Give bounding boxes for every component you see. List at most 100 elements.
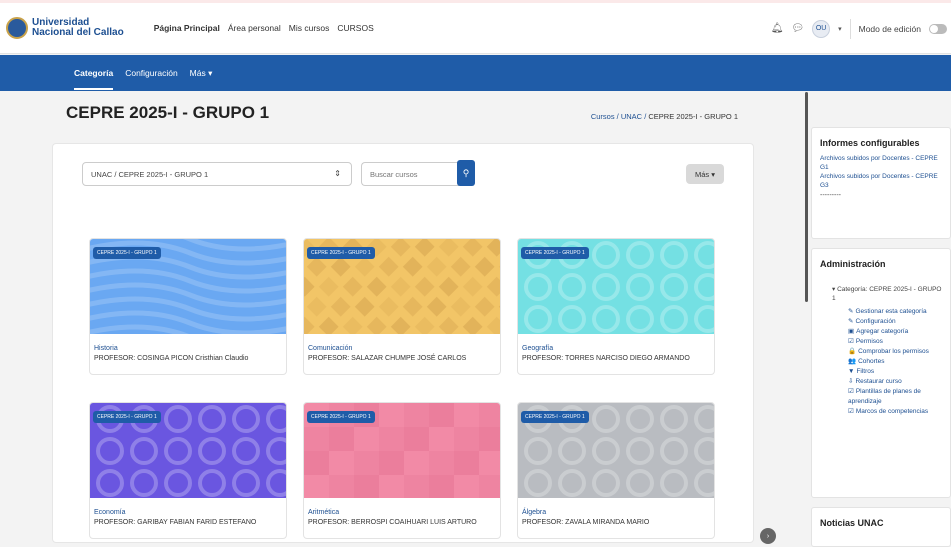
right-drawer: Informes configurables Archivos subidos … <box>811 91 951 547</box>
main-region: CEPRE 2025-I - GRUPO 1 Cursos / UNAC / C… <box>52 91 754 543</box>
category-select[interactable]: UNAC / CEPRE 2025-I - GRUPO 1 ⇕ <box>82 162 352 186</box>
admin-item-icon: ▼ <box>848 368 855 375</box>
admin-item-label: Filtros <box>856 368 875 375</box>
course-card[interactable]: CEPRE 2025-I - GRUPO 1 Economía PROFESOR: … <box>89 402 287 539</box>
search-icon: ⚲ <box>462 167 470 178</box>
course-image[interactable]: CEPRE 2025-I - GRUPO 1 <box>304 239 500 334</box>
admin-item[interactable]: 🔒 Comprobar los permisos <box>812 347 950 357</box>
nav-dashboard[interactable]: Área personal <box>228 23 281 33</box>
admin-item-label: Restaurar curso <box>855 378 902 385</box>
admin-item-icon: 🔒 <box>848 348 857 355</box>
course-image[interactable]: CEPRE 2025-I - GRUPO 1 <box>90 239 286 334</box>
course-title[interactable]: PROFESOR: ZAVALA MIRANDA MARIO <box>522 519 649 526</box>
notifications-bell-icon[interactable]: 🔔︎ <box>771 23 784 34</box>
course-image[interactable]: CEPRE 2025-I - GRUPO 1 <box>304 403 500 498</box>
secondary-nav: Categoría Configuración Más ▾ <box>0 55 951 91</box>
course-card[interactable]: CEPRE 2025-I - GRUPO 1 Geografía PROFESOR:… <box>517 238 715 375</box>
admin-item[interactable]: ▼ Filtros <box>812 367 950 377</box>
course-badge: CEPRE 2025-I - GRUPO 1 <box>521 247 589 259</box>
course-category[interactable]: Geografía <box>522 345 553 352</box>
admin-item[interactable]: ✎ Gestionar esta categoría <box>812 307 950 317</box>
page-scrollbar[interactable] <box>805 92 808 302</box>
course-image[interactable]: CEPRE 2025-I - GRUPO 1 <box>518 239 714 334</box>
nav-my-courses[interactable]: Mis cursos <box>289 23 330 33</box>
course-category[interactable]: Álgebra <box>522 509 546 516</box>
course-title[interactable]: PROFESOR: GARIBAY FABIAN FARID ESTEFANO <box>94 519 256 526</box>
admin-item-icon: ✎ <box>848 318 854 325</box>
admin-item-label: Comprobar los permisos <box>858 348 929 355</box>
course-search-input[interactable] <box>361 162 461 186</box>
admin-item-icon: ☑ <box>848 338 854 345</box>
tab-more[interactable]: Más ▾ <box>190 68 213 79</box>
course-title[interactable]: PROFESOR: TORRES NARCISO DIEGO ARMANDO <box>522 355 690 362</box>
logo-text: Universidad Nacional del Callao <box>32 17 124 38</box>
course-card[interactable]: CEPRE 2025-I - GRUPO 1 Historia PROFESOR: … <box>89 238 287 375</box>
admin-item-icon: ▣ <box>848 328 855 335</box>
admin-item-label: Plantillas de planes de aprendizaje <box>848 388 921 405</box>
admin-list: ✎ Gestionar esta categoría ✎ Configuración ▣… <box>812 305 950 417</box>
admin-item-label: Agregar categoría <box>856 328 909 335</box>
reports-more[interactable]: --------- <box>812 190 950 201</box>
report-link[interactable]: Archivos subidos por Docentes - CEPRE G3 <box>812 172 950 190</box>
course-title[interactable]: PROFESOR: SALAZAR CHUMPE JOSÉ CARLOS <box>308 355 466 362</box>
course-category[interactable]: Historia <box>94 345 118 352</box>
messages-chat-icon[interactable]: 💬︎ <box>791 23 804 34</box>
course-card[interactable]: CEPRE 2025-I - GRUPO 1 Aritmética PROFESOR… <box>303 402 501 539</box>
report-link[interactable]: Archivos subidos por Docentes - CEPRE G1 <box>812 154 950 172</box>
news-block: Noticias UNAC <box>811 507 951 547</box>
course-badge: CEPRE 2025-I - GRUPO 1 <box>307 411 375 423</box>
breadcrumb-current: CEPRE 2025-I - GRUPO 1 <box>648 112 738 121</box>
course-badge: CEPRE 2025-I - GRUPO 1 <box>93 247 161 259</box>
course-category[interactable]: Economía <box>94 509 126 516</box>
course-image[interactable]: CEPRE 2025-I - GRUPO 1 <box>518 403 714 498</box>
search-button[interactable]: ⚲ <box>457 160 475 186</box>
admin-item-icon: ⇩ <box>848 378 854 385</box>
edit-mode-label: Modo de edición <box>858 23 921 34</box>
admin-item-icon: ✎ <box>848 308 854 315</box>
admin-item-label: Permisos <box>855 338 883 345</box>
course-category[interactable]: Comunicación <box>308 345 352 352</box>
reports-title: Informes configurables <box>820 138 920 148</box>
admin-item-label: Configuración <box>855 318 896 325</box>
nav-courses[interactable]: CURSOS <box>337 23 373 33</box>
top-navbar: Universidad Nacional del Callao Página P… <box>0 3 951 54</box>
news-title: Noticias UNAC <box>820 518 884 528</box>
breadcrumb-item[interactable]: Cursos <box>591 112 615 121</box>
university-seal-icon <box>6 17 28 39</box>
course-badge: CEPRE 2025-I - GRUPO 1 <box>521 411 589 423</box>
primary-nav: Página Principal Área personal Mis curso… <box>154 23 374 33</box>
tab-settings[interactable]: Configuración <box>125 68 177 78</box>
admin-item[interactable]: ▣ Agregar categoría <box>812 327 950 337</box>
admin-item[interactable]: ☑ Marcos de competencias <box>812 407 950 417</box>
admin-item[interactable]: ☑ Permisos <box>812 337 950 347</box>
course-category[interactable]: Aritmética <box>308 509 339 516</box>
nav-home[interactable]: Página Principal <box>154 23 220 33</box>
admin-item[interactable]: ✎ Configuración <box>812 317 950 327</box>
admin-item[interactable]: 👥 Cohortes <box>812 357 950 367</box>
select-caret-icon: ⇕ <box>334 169 341 178</box>
admin-item[interactable]: ⇩ Restaurar curso <box>812 377 950 387</box>
breadcrumb: Cursos / UNAC / CEPRE 2025-I - GRUPO 1 <box>590 112 738 121</box>
course-badge: CEPRE 2025-I - GRUPO 1 <box>307 247 375 259</box>
admin-item-icon: ☑ <box>848 408 854 415</box>
site-logo[interactable]: Universidad Nacional del Callao <box>6 17 124 39</box>
more-button[interactable]: Más ▾ <box>686 164 724 184</box>
course-listing-panel: UNAC / CEPRE 2025-I - GRUPO 1 ⇕ ⚲ Más ▾ … <box>52 143 754 543</box>
course-title[interactable]: PROFESOR: BERROSPI COAIHUARI LUIS ARTURO <box>308 519 477 526</box>
admin-item-icon: 👥 <box>848 358 857 365</box>
breadcrumb-item[interactable]: UNAC <box>621 112 642 121</box>
admin-item-label: Marcos de competencias <box>855 408 929 415</box>
user-menu-chevron-icon[interactable]: ▾ <box>838 25 842 33</box>
course-title[interactable]: PROFESOR: COSINGA PICON Cristhian Claudi… <box>94 355 248 362</box>
admin-item[interactable]: ☑ Plantillas de planes de aprendizaje <box>812 387 950 407</box>
tab-category[interactable]: Categoría <box>74 68 114 90</box>
user-avatar[interactable]: OU <box>812 19 831 38</box>
edit-mode-toggle[interactable] <box>929 23 947 34</box>
course-card[interactable]: CEPRE 2025-I - GRUPO 1 Álgebra PROFESOR: Z… <box>517 402 715 539</box>
admin-item-label: Gestionar esta categoría <box>855 308 927 315</box>
page-title: CEPRE 2025-I - GRUPO 1 <box>66 103 270 122</box>
course-card[interactable]: CEPRE 2025-I - GRUPO 1 Comunicación PROFES… <box>303 238 501 375</box>
navbar-right: 🔔︎ 💬︎ OU ▾ Modo de edición <box>771 3 947 54</box>
admin-category-node[interactable]: ▾ Categoría: CEPRE 2025-I - GRUPO 1 <box>812 283 950 305</box>
course-image[interactable]: CEPRE 2025-I - GRUPO 1 <box>90 403 286 498</box>
